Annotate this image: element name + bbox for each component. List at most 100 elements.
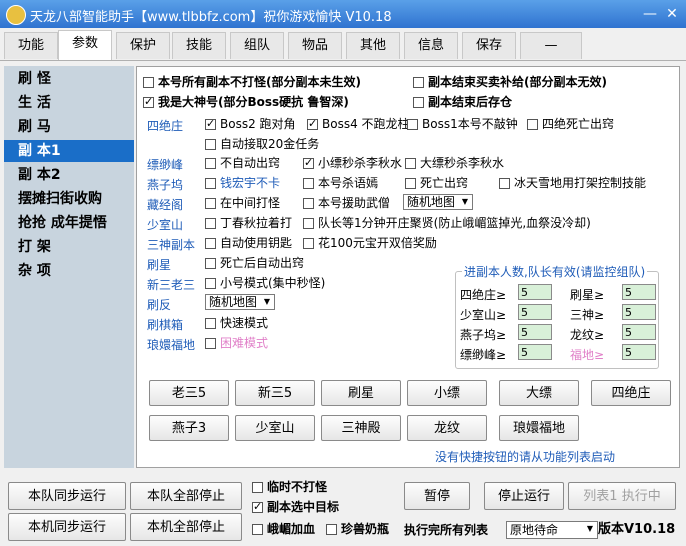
fast-checkbox[interactable]: 快速模式 (205, 316, 268, 330)
tab-team[interactable]: 组队 (230, 32, 284, 59)
checkbox-box[interactable] (205, 178, 216, 189)
checkbox-box[interactable] (303, 198, 314, 209)
small-checkbox[interactable]: 小号模式(集中秒怪) (205, 276, 325, 290)
quick-button-yanzi[interactable]: 燕子3 (149, 415, 229, 441)
checkbox-box[interactable] (205, 198, 216, 209)
tab-items[interactable]: 物品 (288, 32, 342, 59)
checkbox-box[interactable] (527, 119, 538, 130)
xiaopiao-checkbox[interactable]: 小缥秒杀李秋水 (303, 156, 402, 170)
shuafan-map-select[interactable]: 随机地图 ▼ (205, 294, 275, 310)
emei-blood-checkbox[interactable]: 峨嵋加血 (252, 522, 315, 536)
piaomiao-count-field[interactable]: 5 (518, 344, 552, 360)
tab-skills[interactable]: 技能 (172, 32, 226, 59)
checkbox-box[interactable] (303, 178, 314, 189)
sidebar-item-dungeon1[interactable]: 副 本1 (4, 140, 134, 162)
tab-save[interactable]: 保存 (462, 32, 516, 59)
boss1-checkbox[interactable]: Boss1本号不敲钟 (407, 117, 518, 131)
store-after-checkbox[interactable]: 副本结束后存仓 (413, 95, 512, 109)
after-list-select[interactable]: 原地待命 ▼ (506, 521, 598, 539)
no-dead-checkbox[interactable]: 不自动出窍 (205, 156, 280, 170)
big-god-checkbox[interactable]: 我是大神号(部分Boss硬抗 鲁智深) (143, 95, 349, 109)
checkbox-box[interactable] (307, 117, 318, 131)
bing-checkbox[interactable]: 冰天雪地用打架控制技能 (499, 176, 646, 190)
accept20-checkbox[interactable]: 自动接取20金任务 (205, 137, 319, 151)
sx-death-checkbox[interactable]: 死亡后自动出窍 (205, 256, 304, 270)
quick-button-xiaopiao[interactable]: 小缥 (407, 380, 487, 406)
pause-button[interactable]: 暂停 (404, 482, 470, 510)
checkbox-box[interactable] (143, 95, 154, 109)
hard-checkbox[interactable]: 困难模式 (205, 336, 268, 350)
checkbox-box[interactable] (205, 258, 216, 269)
sidebar-item-grab[interactable]: 抢抢 成年提悟 (4, 212, 134, 234)
key-checkbox[interactable]: 自动使用钥匙 (205, 236, 292, 250)
quick-button-shuaxing[interactable]: 刷星 (321, 380, 401, 406)
dapiao-checkbox[interactable]: 大缥秒杀李秋水 (405, 156, 504, 170)
leader-checkbox[interactable]: 队长等1分钟开庄聚贤(防止峨嵋篮掉光,血祭没冷却) (303, 216, 591, 230)
list-run-button[interactable]: 列表1 执行中 (568, 482, 676, 510)
tab-params[interactable]: 参数 (58, 30, 112, 60)
tab-info[interactable]: 信息 (404, 32, 458, 59)
sidebar-item-dungeon2[interactable]: 副 本2 (4, 164, 134, 186)
sijue-dead-checkbox[interactable]: 四绝死亡出窍 (527, 117, 614, 131)
qian-checkbox[interactable]: 钱宏宇不卡 (205, 176, 280, 190)
checkbox-box[interactable] (252, 524, 263, 535)
checkbox-box[interactable] (405, 158, 416, 169)
checkbox-box[interactable] (205, 158, 216, 169)
shaoshi-count-field[interactable]: 5 (518, 304, 552, 320)
tab-other[interactable]: 其他 (346, 32, 400, 59)
quick-button-shaoshi[interactable]: 少室山 (235, 415, 315, 441)
checkbox-box[interactable] (205, 278, 216, 289)
boss2-checkbox[interactable]: Boss2 跑对角 (205, 117, 296, 131)
checkbox-box[interactable] (205, 117, 216, 131)
cangjing-map-select[interactable]: 随机地图 ▼ (403, 194, 473, 210)
stop-button[interactable]: 停止运行 (484, 482, 564, 510)
tab-more[interactable]: — (520, 32, 582, 59)
temp-no-fight-checkbox[interactable]: 临时不打怪 (252, 480, 327, 494)
quick-button-longwen[interactable]: 龙纹 (407, 415, 487, 441)
select-target-checkbox[interactable]: 副本选中目标 (252, 500, 339, 514)
chevron-down-icon[interactable]: ▼ (459, 196, 471, 208)
ding-checkbox[interactable]: 丁春秋拉着打 (205, 216, 292, 230)
checkbox-box[interactable] (303, 156, 314, 170)
local-stop-button[interactable]: 本机全部停止 (130, 513, 242, 541)
quick-button-laosan[interactable]: 老三5 (149, 380, 229, 406)
longwen-count-field[interactable]: 5 (622, 324, 656, 340)
sidebar-item-misc[interactable]: 杂 项 (4, 260, 134, 282)
checkbox-box[interactable] (413, 77, 424, 88)
sidebar-item-farming[interactable]: 刷 怪 (4, 68, 134, 90)
sidebar-item-life[interactable]: 生 活 (4, 92, 134, 114)
buy-supply-checkbox[interactable]: 副本结束买卖补给(部分副本无效) (413, 75, 607, 89)
checkbox-box[interactable] (205, 238, 216, 249)
sidebar-item-fight[interactable]: 打 架 (4, 236, 134, 258)
checkbox-box[interactable] (405, 178, 416, 189)
middle-checkbox[interactable]: 在中间打怪 (205, 196, 280, 210)
checkbox-box[interactable] (413, 97, 424, 108)
quick-button-xinsan[interactable]: 新三5 (235, 380, 315, 406)
close-button[interactable]: ✕ (664, 6, 680, 22)
yanzi-count-field[interactable]: 5 (518, 324, 552, 340)
checkbox-box[interactable] (205, 318, 216, 329)
minimize-button[interactable]: — (642, 6, 658, 22)
yz-death-checkbox[interactable]: 死亡出窍 (405, 176, 468, 190)
checkbox-box[interactable] (205, 338, 216, 349)
quick-button-sanshen[interactable]: 三神殿 (321, 415, 401, 441)
checkbox-box[interactable] (499, 178, 510, 189)
checkbox-box[interactable] (303, 218, 314, 229)
tab-protect[interactable]: 保护 (116, 32, 170, 59)
tab-function[interactable]: 功能 (4, 32, 58, 59)
sanshen-count-field[interactable]: 5 (622, 304, 656, 320)
quick-button-dapiao[interactable]: 大缥 (499, 380, 579, 406)
checkbox-box[interactable] (326, 524, 337, 535)
quick-button-sijue[interactable]: 四绝庄 (591, 380, 671, 406)
help-checkbox[interactable]: 本号援助武僧 (303, 196, 390, 210)
checkbox-box[interactable] (407, 119, 418, 130)
checkbox-box[interactable] (205, 218, 216, 229)
quick-button-langhuan[interactable]: 琅嬛福地 (499, 415, 579, 441)
checkbox-box[interactable] (303, 238, 314, 249)
zhenshou-checkbox[interactable]: 珍兽奶瓶 (326, 522, 389, 536)
shuaxing-count-field[interactable]: 5 (622, 284, 656, 300)
boss4-checkbox[interactable]: Boss4 不跑龙柱 (307, 117, 410, 131)
no-fight-checkbox[interactable]: 本号所有副本不打怪(部分副本未生效) (143, 75, 361, 89)
flower-checkbox[interactable]: 花100元宝开双倍奖励 (303, 236, 437, 250)
checkbox-box[interactable] (205, 139, 216, 150)
